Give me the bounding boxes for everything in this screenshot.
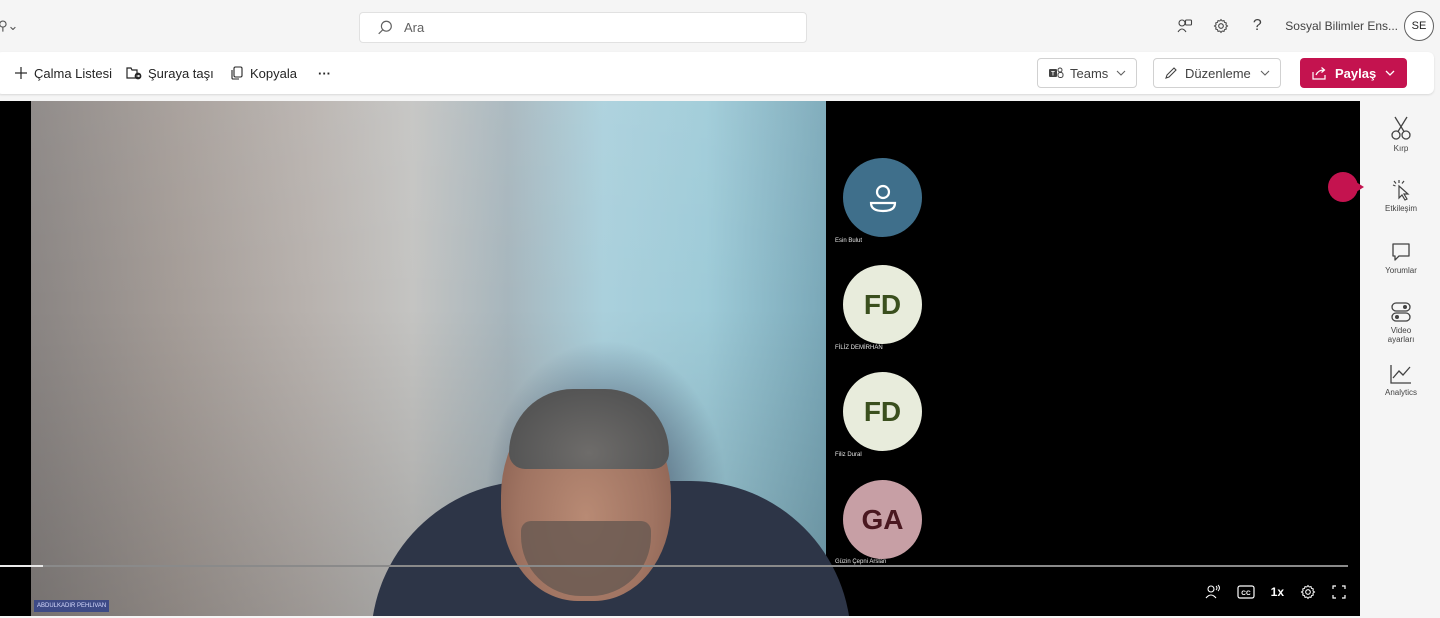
- avatar[interactable]: SE: [1404, 11, 1434, 41]
- participant-avatar: [843, 158, 922, 237]
- comment-icon: [1392, 243, 1410, 261]
- people-icon: [1177, 19, 1193, 33]
- fullscreen-icon[interactable]: [1332, 585, 1346, 599]
- svg-text:CC: CC: [1241, 590, 1251, 597]
- analytics-icon: [1390, 365, 1411, 384]
- video-settings-icon: [1391, 302, 1411, 322]
- progress-played: [0, 565, 44, 567]
- person-icon: [869, 184, 896, 212]
- teams-button[interactable]: T Teams: [1037, 58, 1138, 88]
- top-bar: ⚲⌄ Ara ? Sosyal Bilimler Ens... SE: [0, 0, 1440, 52]
- command-bar: Çalma Listesi Şuraya taşı Kopyala ··· T …: [0, 52, 1434, 94]
- chevron-down-icon: [1385, 70, 1395, 76]
- participant-name: Filiz Dural: [835, 452, 862, 458]
- plus-icon: [15, 67, 27, 79]
- side-item-video-settings[interactable]: Video ayarları: [1362, 301, 1440, 344]
- edit-label: Düzenleme: [1185, 65, 1251, 81]
- gear-icon[interactable]: [1300, 584, 1316, 600]
- side-item-trim[interactable]: Kırp: [1362, 115, 1440, 153]
- video-player[interactable]: ABDULKADIR PEHLIVAN Esin Bulut FD FİLİZ …: [0, 101, 1360, 616]
- side-panel: Kırp Etkileşim Yorumlar Video ayarları A…: [1362, 101, 1440, 421]
- share-icon: [1312, 67, 1326, 80]
- teams-icon: T: [1049, 67, 1064, 78]
- teams-label: Teams: [1070, 65, 1109, 81]
- help-icon: ?: [1252, 17, 1262, 34]
- chevron-down-icon: [1260, 70, 1270, 76]
- audio-description-icon[interactable]: [1205, 584, 1221, 600]
- participant-avatar: GA: [843, 480, 922, 559]
- pencil-icon: [1165, 67, 1177, 79]
- copy-label: Kopyala: [250, 65, 297, 81]
- scissors-icon: [1391, 116, 1411, 140]
- move-to-button[interactable]: Şuraya taşı: [126, 52, 214, 94]
- participant-avatar: FD: [843, 265, 922, 344]
- more-options-button[interactable]: ···: [318, 52, 331, 94]
- search-placeholder: Ara: [404, 20, 425, 35]
- speaker-name-tag: ABDULKADIR PEHLIVAN: [34, 600, 110, 612]
- share-button[interactable]: Paylaş: [1300, 58, 1408, 88]
- progress-bar[interactable]: [0, 565, 1348, 567]
- svg-text:T: T: [1051, 72, 1055, 78]
- speaker-video-feed: [31, 101, 851, 616]
- app-switcher-icon[interactable]: ⚲⌄: [0, 18, 18, 34]
- new-feature-indicator: [1328, 172, 1364, 202]
- participant-avatar: FD: [843, 372, 922, 451]
- copy-icon: [231, 66, 243, 80]
- folder-move-icon: [126, 67, 142, 80]
- settings-button[interactable]: [1203, 11, 1239, 41]
- edit-mode-button[interactable]: Düzenleme: [1153, 58, 1281, 88]
- copy-button[interactable]: Kopyala: [230, 52, 297, 94]
- share-people-button[interactable]: [1167, 11, 1203, 41]
- chevron-down-icon: [1116, 70, 1126, 76]
- side-item-label: Video ayarları: [1387, 326, 1415, 344]
- side-item-label: Etkileşim: [1384, 204, 1417, 213]
- help-button[interactable]: ?: [1239, 11, 1275, 41]
- move-label: Şuraya taşı: [148, 65, 214, 81]
- interaction-icon: [1392, 180, 1410, 201]
- playback-speed-button[interactable]: 1x: [1271, 585, 1284, 599]
- playlist-label: Çalma Listesi: [34, 65, 113, 81]
- participant-name: FİLİZ DEMİRHAN: [835, 345, 883, 351]
- side-item-label: Yorumlar: [1385, 266, 1417, 275]
- player-controls: CC 1x: [1205, 581, 1346, 603]
- captions-icon[interactable]: CC: [1237, 585, 1255, 599]
- participant-name: Esin Bulut: [835, 238, 863, 244]
- add-to-playlist-button[interactable]: Çalma Listesi: [14, 52, 112, 94]
- tenant-name[interactable]: Sosyal Bilimler Ens...: [1285, 19, 1398, 33]
- side-item-comments[interactable]: Yorumlar: [1362, 241, 1440, 275]
- search-icon: [378, 20, 392, 34]
- side-item-label: Analytics: [1384, 388, 1417, 397]
- gear-icon: [1213, 18, 1229, 34]
- search-box[interactable]: Ara: [359, 12, 807, 43]
- side-item-analytics[interactable]: Analytics: [1362, 363, 1440, 397]
- side-item-interaction[interactable]: Etkileşim: [1362, 179, 1440, 213]
- share-label: Paylaş: [1335, 65, 1377, 81]
- side-item-label: Kırp: [1393, 144, 1409, 153]
